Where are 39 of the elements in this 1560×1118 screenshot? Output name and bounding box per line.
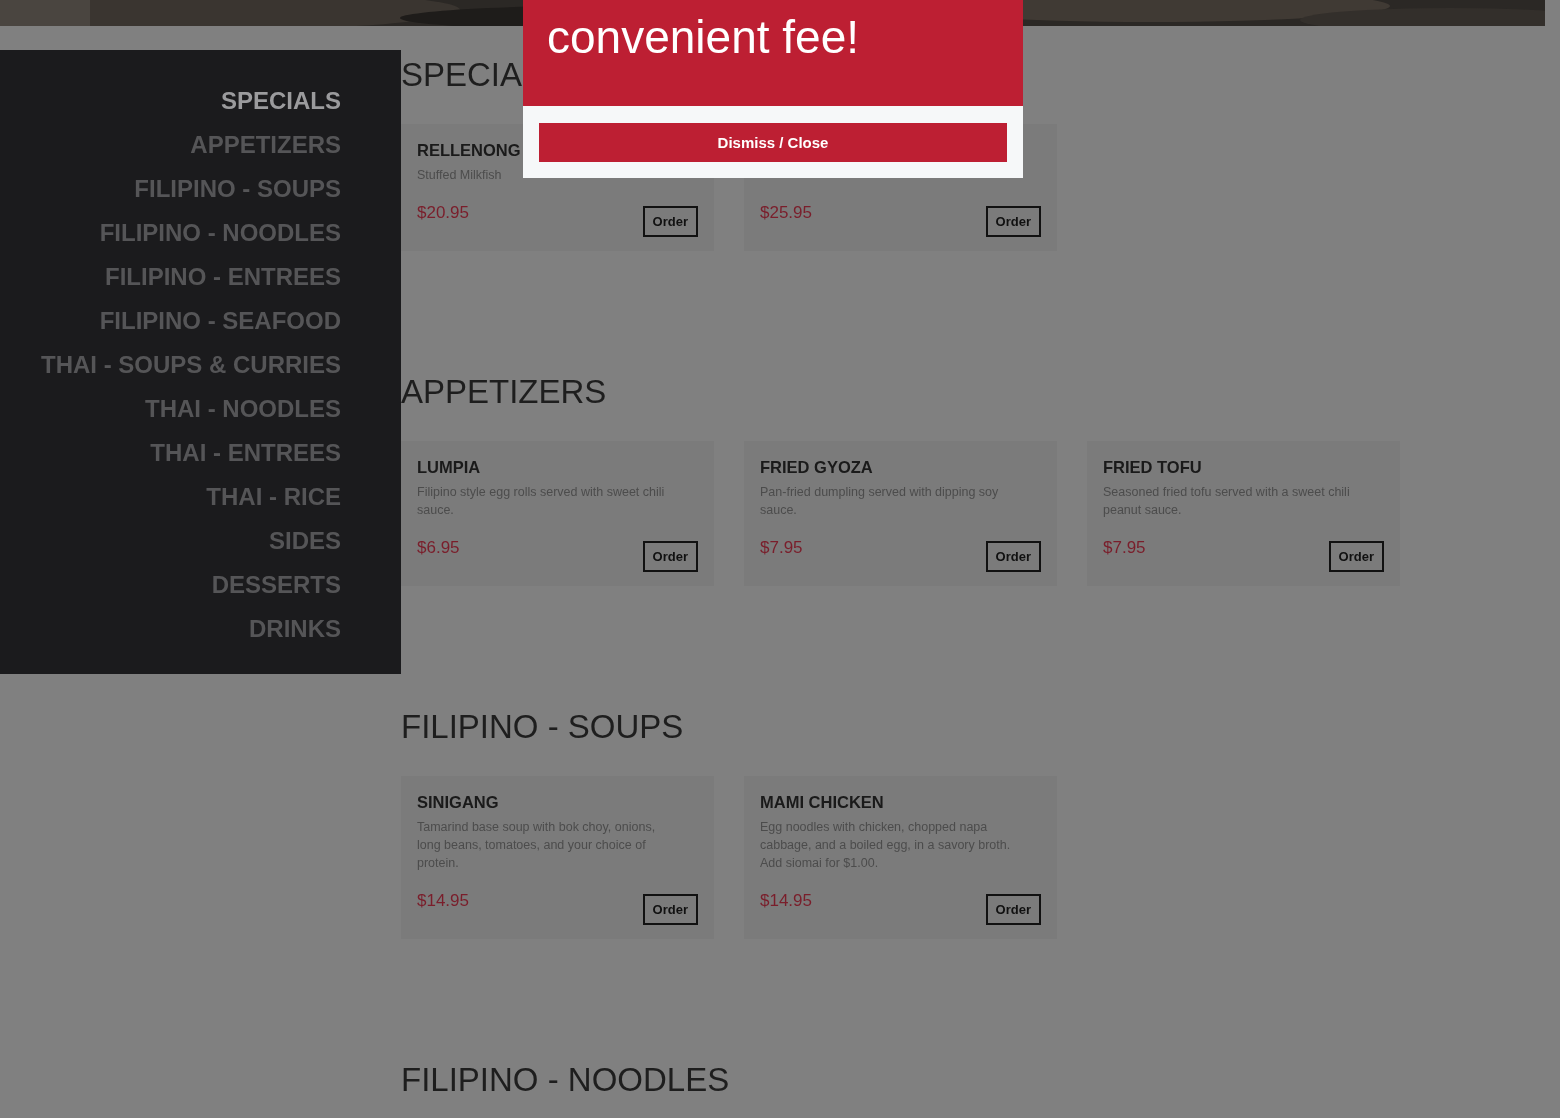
category-link[interactable]: THAI - NOODLES [145, 394, 341, 424]
category-link[interactable]: APPETIZERS [190, 130, 341, 160]
dialog-message: convenient fee! [547, 10, 860, 64]
section-heading: FILIPINO - NOODLES [401, 1060, 731, 1100]
item-name: FRIED TOFU [1103, 457, 1203, 478]
item-price: $25.95 [760, 202, 812, 224]
category-link[interactable]: FILIPINO - SOUPS [134, 174, 341, 204]
order-button[interactable]: Order [985, 206, 1041, 237]
order-button[interactable]: Order [1328, 541, 1384, 572]
dismiss-button[interactable]: Dismiss / Close [539, 123, 1007, 162]
category-link[interactable]: SPECIALS [220, 86, 341, 116]
item-price: $6.95 [417, 537, 460, 559]
item-price: $7.95 [760, 537, 803, 559]
section-heading: SPECIA [401, 55, 524, 95]
category-link[interactable]: THAI - RICE [206, 482, 341, 512]
category-link[interactable]: THAI - ENTREES [150, 438, 341, 468]
order-button[interactable]: Order [985, 894, 1041, 925]
category-link[interactable]: THAI - SOUPS & CURRIES [40, 350, 341, 380]
order-button[interactable]: Order [642, 206, 698, 237]
section-heading: APPETIZERS [401, 372, 608, 412]
category-link[interactable]: FILIPINO - NOODLES [99, 218, 341, 248]
item-name: LUMPIA [417, 457, 482, 478]
item-name: RELLENONG [417, 140, 522, 161]
category-link[interactable]: FILIPINO - ENTREES [105, 262, 341, 292]
section-heading: FILIPINO - SOUPS [401, 707, 685, 747]
item-price: $7.95 [1103, 537, 1146, 559]
item-name: MAMI CHICKEN [760, 792, 885, 813]
item-price: $14.95 [760, 890, 812, 912]
order-button[interactable]: Order [642, 894, 698, 925]
item-price: $14.95 [417, 890, 469, 912]
category-link[interactable]: DESSERTS [211, 570, 341, 600]
category-link[interactable]: FILIPINO - SEAFOOD [99, 306, 341, 336]
category-link[interactable]: SIDES [268, 526, 341, 556]
order-button[interactable]: Order [985, 541, 1041, 572]
order-button[interactable]: Order [642, 541, 698, 572]
category-link[interactable]: DRINKS [249, 614, 341, 644]
item-price: $20.95 [417, 202, 469, 224]
item-name: SINIGANG [417, 792, 500, 813]
item-name: FRIED GYOZA [760, 457, 874, 478]
